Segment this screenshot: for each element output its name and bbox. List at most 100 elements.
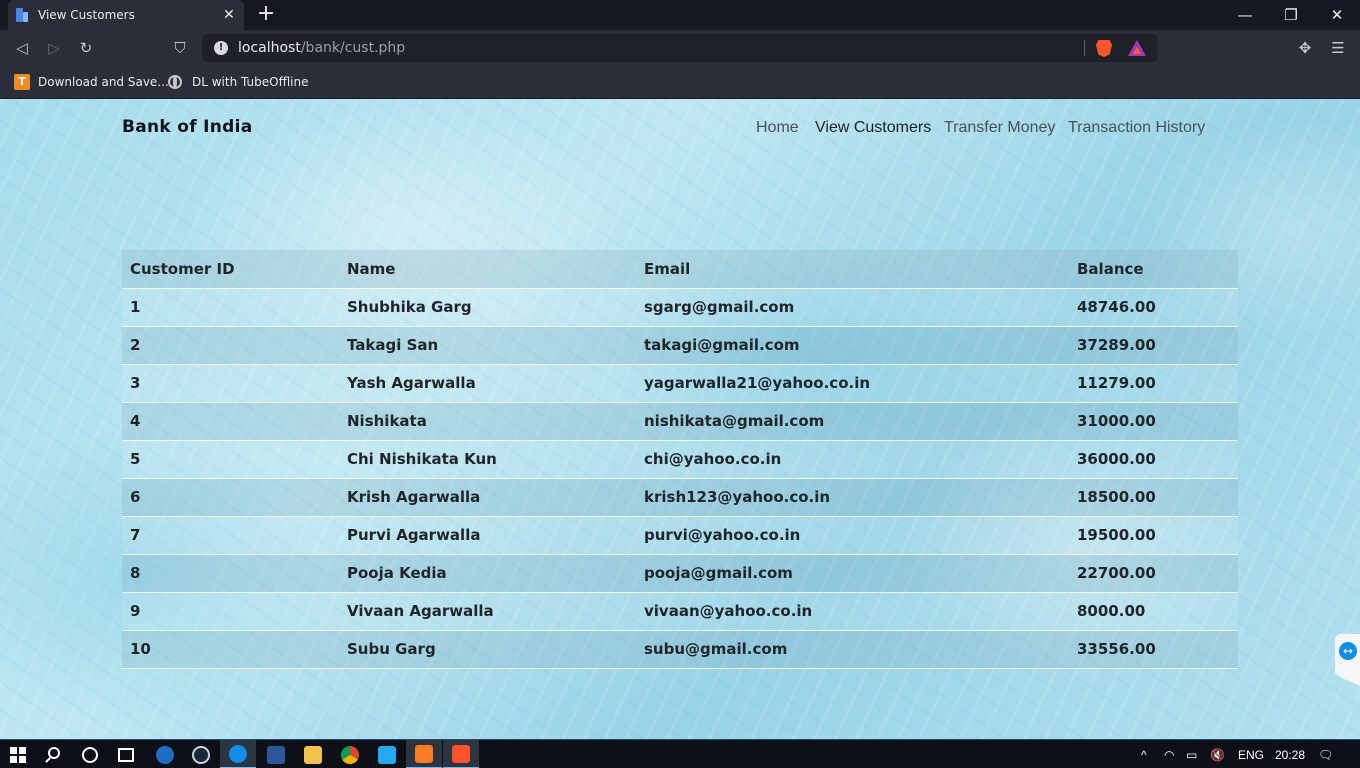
table-header-row: Customer ID Name Email Balance	[122, 250, 1238, 288]
tray-overflow-chevron-icon[interactable]: ^	[1141, 740, 1147, 768]
start-button[interactable]	[0, 740, 36, 768]
teamviewer-icon	[1339, 642, 1357, 660]
taskbar-chrome[interactable]	[332, 740, 368, 768]
menu-icon[interactable]: ☰	[1325, 36, 1351, 60]
tab-close-icon[interactable]: ✕	[218, 7, 240, 23]
clock[interactable]: 20:28	[1275, 740, 1305, 768]
tab-title: View Customers	[38, 8, 135, 22]
forward-icon[interactable]: ▷	[41, 36, 67, 60]
page-viewport: Bank of India Home View Customers Transf…	[0, 99, 1360, 739]
table-row: 1 Shubhika Garg sgarg@gmail.com 48746.00	[122, 287, 1238, 326]
cell-customer-id: 9	[122, 591, 339, 630]
cell-email: sgarg@gmail.com	[636, 287, 1069, 326]
reload-icon[interactable]: ↻	[73, 36, 99, 60]
nav-view-customers[interactable]: View Customers	[815, 119, 931, 137]
back-icon[interactable]: ◁	[9, 36, 35, 60]
cell-name: Pooja Kedia	[339, 553, 636, 592]
header-customer-id: Customer ID	[122, 250, 339, 288]
cell-customer-id: 5	[122, 439, 339, 478]
cell-email: nishikata@gmail.com	[636, 401, 1069, 440]
task-view-button[interactable]	[108, 740, 144, 768]
cell-name: Shubhika Garg	[339, 287, 636, 326]
site-brand[interactable]: Bank of India	[122, 117, 253, 137]
brave-rewards-icon[interactable]	[1128, 40, 1146, 56]
url-text[interactable]: localhost/bank/cust.php	[238, 40, 405, 56]
table-row: 7 Purvi Agarwalla purvi@yahoo.co.in 19500.0…	[122, 515, 1238, 554]
wifi-icon[interactable]: ◠	[1164, 740, 1174, 768]
cell-name: Krish Agarwalla	[339, 477, 636, 516]
restore-button[interactable]: ❐	[1268, 0, 1314, 30]
taskbar-file-explorer[interactable]	[295, 740, 331, 768]
battery-icon[interactable]: ▭	[1186, 740, 1197, 768]
cell-balance: 22700.00	[1069, 553, 1238, 592]
taskbar-teamviewer[interactable]	[220, 740, 256, 768]
steam-icon	[192, 745, 210, 764]
teamviewer-side-tab[interactable]	[1335, 634, 1360, 686]
table-row: 2 Takagi San takagi@gmail.com 37289.00	[122, 325, 1238, 364]
bookmark-label: Download and Save...	[38, 75, 169, 89]
table-row: 9 Vivaan Agarwalla vivaan@yahoo.co.in 8000.…	[122, 591, 1238, 630]
taskbar-media-player[interactable]	[147, 740, 183, 768]
cell-customer-id: 4	[122, 401, 339, 440]
cell-customer-id: 7	[122, 515, 339, 554]
windows-taskbar: ^ ◠ ▭ 🔇 ENG 20:28 🗨	[0, 739, 1360, 768]
cell-customer-id: 2	[122, 325, 339, 364]
cell-balance: 19500.00	[1069, 515, 1238, 554]
cell-name: Subu Garg	[339, 629, 636, 669]
nav-home[interactable]: Home	[756, 119, 799, 137]
globe-icon	[168, 75, 182, 89]
taskbar-xampp[interactable]	[406, 740, 442, 768]
word-icon	[267, 745, 285, 764]
tab-view-customers[interactable]: View Customers ✕	[8, 0, 244, 30]
bookmark-icon[interactable]: ⛉	[167, 36, 193, 60]
task-view-icon	[118, 747, 134, 762]
cell-email: vivaan@yahoo.co.in	[636, 591, 1069, 630]
cell-balance: 18500.00	[1069, 477, 1238, 516]
new-tab-button[interactable]: +	[254, 3, 278, 27]
nav-transaction-history[interactable]: Transaction History	[1068, 119, 1205, 137]
search-icon	[47, 747, 60, 759]
cell-name: Vivaan Agarwalla	[339, 591, 636, 630]
tubeoffline-t-icon: T	[14, 74, 30, 90]
cell-email: subu@gmail.com	[636, 629, 1069, 669]
site-info-icon[interactable]: !	[214, 41, 228, 55]
language-indicator[interactable]: ENG	[1238, 740, 1264, 768]
cell-email: takagi@gmail.com	[636, 325, 1069, 364]
url-host: localhost	[238, 40, 301, 56]
browser-toolbar: ◁ ▷ ↻ ⛉ ! localhost/bank/cust.php ✥ ☰	[0, 30, 1360, 66]
notification-center-icon[interactable]: 🗨	[1318, 740, 1333, 768]
nav-transfer-money[interactable]: Transfer Money	[944, 119, 1055, 137]
address-bar-divider	[1084, 40, 1085, 56]
search-button[interactable]	[37, 740, 73, 768]
address-bar[interactable]: ! localhost/bank/cust.php	[202, 34, 1157, 62]
taskbar-brave[interactable]	[443, 740, 479, 768]
cell-customer-id: 3	[122, 363, 339, 402]
taskbar-word[interactable]	[258, 740, 294, 768]
cell-name: Nishikata	[339, 401, 636, 440]
table-row: 5 Chi Nishikata Kun chi@yahoo.co.in 36000.0…	[122, 439, 1238, 478]
cortana-button[interactable]	[72, 740, 108, 768]
cell-balance: 33556.00	[1069, 629, 1238, 669]
cell-balance: 48746.00	[1069, 287, 1238, 326]
page-favicon-icon	[14, 7, 30, 23]
teamviewer-icon	[229, 744, 247, 763]
media-player-icon	[156, 745, 174, 764]
bookmark-download-and-save[interactable]: T Download and Save...	[14, 71, 169, 93]
table-row: 3 Yash Agarwalla yagarwalla21@yahoo.co.in 1…	[122, 363, 1238, 402]
minimize-button[interactable]: —	[1222, 0, 1268, 30]
speaker-muted-icon[interactable]: 🔇	[1210, 740, 1225, 768]
cell-customer-id: 1	[122, 287, 339, 326]
header-name: Name	[339, 250, 636, 288]
window-close-button[interactable]: ✕	[1314, 0, 1360, 30]
taskbar-vscode[interactable]	[369, 740, 405, 768]
cell-email: krish123@yahoo.co.in	[636, 477, 1069, 516]
bookmarks-bar: T Download and Save... DL with TubeOffli…	[0, 66, 1360, 99]
cell-email: pooja@gmail.com	[636, 553, 1069, 592]
customers-table: Customer ID Name Email Balance 1 Shubhika…	[122, 250, 1238, 669]
url-path: /bank/cust.php	[300, 40, 406, 56]
xampp-icon	[415, 744, 433, 763]
extensions-icon[interactable]: ✥	[1292, 36, 1318, 60]
bookmark-dl-with-tubeoffline[interactable]: DL with TubeOffline	[168, 71, 309, 93]
brave-shields-icon[interactable]	[1096, 40, 1112, 57]
taskbar-steam[interactable]	[183, 740, 219, 768]
